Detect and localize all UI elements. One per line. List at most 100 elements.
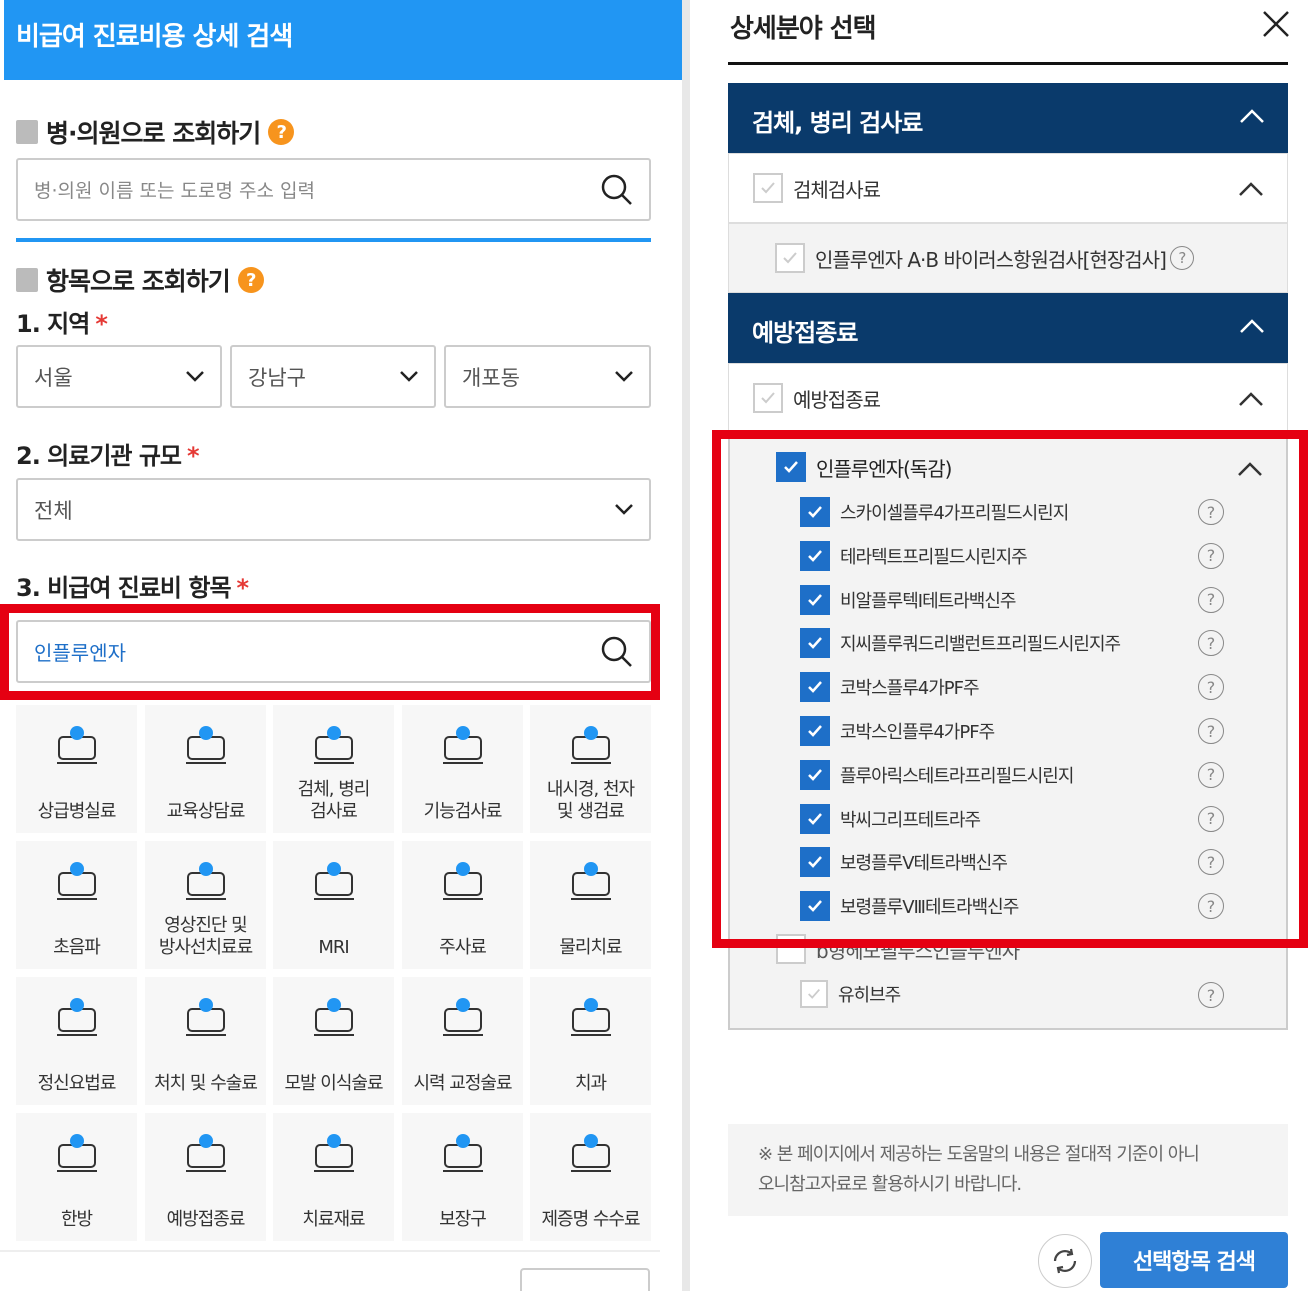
checkbox[interactable] (753, 173, 783, 203)
arm-test-icon (442, 726, 483, 764)
category-label: 제증명 수수료 (541, 1209, 640, 1230)
category-tile[interactable]: 예방접종료 (145, 1113, 266, 1241)
notice-text: ※ 본 페이지에서 제공하는 도움말의 내용은 절대적 기준이 아니 오니참고자… (728, 1124, 1288, 1216)
category-tile[interactable]: 교육상담료 (145, 705, 266, 833)
checkbox[interactable] (800, 980, 828, 1008)
category-label: 초음파 (53, 937, 101, 958)
category-tile[interactable]: 시력 교정술료 (402, 977, 523, 1105)
category-tile[interactable]: 주사료 (402, 841, 523, 969)
hospital-search-title: 병·의원으로 조회하기 ? (16, 114, 295, 150)
category-label: 보장구 (439, 1209, 487, 1230)
hair-transplant-icon (313, 998, 354, 1036)
wheelchair-icon (442, 1134, 483, 1172)
category-label: 물리치료 (559, 937, 622, 958)
chevron-up-icon (1240, 319, 1264, 333)
help-icon[interactable]: ? (1169, 246, 1194, 270)
category-label: 한방 (60, 1209, 93, 1230)
scalpel-hand-icon (185, 998, 226, 1036)
category-label: 영상진단 및 방사선치료료 (158, 915, 253, 958)
mri-icon (313, 862, 354, 900)
category-tile[interactable]: 물리치료 (530, 841, 651, 969)
region-select-gu[interactable]: 강남구 (230, 345, 436, 408)
material-icon (313, 1134, 354, 1172)
ultrasound-icon (56, 862, 97, 900)
category-tile[interactable]: 처치 및 수술료 (145, 977, 266, 1105)
chevron-up-icon (1240, 109, 1264, 123)
chevron-up-icon (1239, 182, 1263, 196)
hospital-bed-icon (56, 726, 97, 764)
ear-acupuncture-icon (56, 1134, 97, 1172)
help-icon[interactable]: ? (237, 267, 264, 293)
region-select-sido[interactable]: 서울 (16, 345, 222, 408)
category-tile[interactable]: MRI (273, 841, 394, 969)
search-icon[interactable] (599, 172, 635, 208)
item-search-title: 항목으로 조회하기 ? (16, 262, 264, 298)
section-divider (16, 238, 651, 242)
scale-label: 2. 의료기관 규모 * (16, 442, 200, 470)
category-tile[interactable]: 상급병실료 (16, 705, 137, 833)
category-tile[interactable]: 제증명 수수료 (530, 1113, 651, 1241)
highlight-box (0, 604, 660, 700)
highlight-box (712, 430, 1308, 948)
syringe-icon (442, 862, 483, 900)
category-label: 시력 교정술료 (413, 1073, 512, 1094)
category-label: 주사료 (439, 937, 487, 958)
category-tile[interactable]: 검체, 병리 검사료 (273, 705, 394, 833)
brain-wave-icon (56, 998, 97, 1036)
right-panel: 상세분야 선택 검체, 병리 검사료 검체검사료 인플루엔자 A·B 바이러스항… (690, 0, 1310, 1291)
panel-title: 상세분야 선택 (730, 14, 877, 44)
close-icon[interactable] (1260, 8, 1292, 40)
hospital-search-label: 병·의원으로 조회하기 (46, 119, 261, 148)
category-tile[interactable]: 모발 이식술료 (273, 977, 394, 1105)
region-select-dong[interactable]: 개포동 (444, 345, 651, 408)
chevron-down-icon (615, 371, 633, 382)
hospital-search-input[interactable]: 병·의원 이름 또는 도로명 주소 입력 (16, 158, 651, 221)
eye-laser-icon (442, 998, 483, 1036)
group-header-vaccination[interactable]: 예방접종료 (728, 293, 1288, 363)
category-tile[interactable]: 치료재료 (273, 1113, 394, 1241)
group-header-specimen[interactable]: 검체, 병리 검사료 (728, 83, 1288, 153)
category-tile[interactable]: 치과 (530, 977, 651, 1105)
category-tile[interactable]: 영상진단 및 방사선치료료 (145, 841, 266, 969)
help-icon[interactable]: ? (268, 119, 295, 145)
category-label: 교육상담료 (166, 801, 246, 822)
refresh-button[interactable] (1038, 1234, 1092, 1288)
item-row[interactable]: 유히브주 (800, 980, 1240, 1008)
category-tile[interactable]: 정신요법료 (16, 977, 137, 1105)
divider (0, 1250, 660, 1252)
xray-icon (185, 862, 226, 900)
checkbox[interactable] (775, 243, 805, 273)
item-row[interactable]: 인플루엔자 A·B 바이러스항원검사[현장검사] ? (728, 223, 1288, 293)
page-title: 비급여 진료비용 상세 검색 (4, 0, 682, 80)
scale-select[interactable]: 전체 (16, 478, 651, 541)
item-label: 3. 비급여 진료비 항목 * (16, 574, 249, 602)
category-tile[interactable]: 기능검사료 (402, 705, 523, 833)
category-label: 처치 및 수술료 (154, 1073, 258, 1094)
panel-divider (682, 0, 690, 1291)
subgroup-row[interactable]: 예방접종료 (728, 363, 1288, 433)
tooth-icon (570, 998, 611, 1036)
counseling-desk-icon (185, 726, 226, 764)
category-label: 예방접종료 (166, 1209, 246, 1230)
category-label: 모발 이식술료 (284, 1073, 383, 1094)
category-tile[interactable]: 내시경, 천자 및 생검료 (530, 705, 651, 833)
subgroup-row[interactable]: 검체검사료 (728, 153, 1288, 223)
chevron-down-icon (615, 504, 633, 515)
specimen-icon (313, 726, 354, 764)
vaccination-arm-icon (185, 1134, 226, 1172)
list-icon (16, 268, 38, 292)
checkbox[interactable] (753, 383, 783, 413)
category-tile[interactable]: 보장구 (402, 1113, 523, 1241)
search-selected-button[interactable]: 선택항목 검색 (1100, 1232, 1288, 1288)
category-tile[interactable]: 초음파 (16, 841, 137, 969)
region-label: 1. 지역 * (16, 310, 108, 338)
chevron-up-icon (1239, 392, 1263, 406)
chevron-down-icon (186, 371, 204, 382)
refresh-icon (1053, 1248, 1077, 1274)
reset-button[interactable] (520, 1268, 650, 1291)
category-label: 검체, 병리 검사료 (297, 779, 371, 822)
category-tile[interactable]: 한방 (16, 1113, 137, 1241)
category-label: 치료재료 (302, 1209, 365, 1230)
help-icon[interactable]: ? (1198, 982, 1224, 1008)
title-underline (728, 62, 1288, 65)
